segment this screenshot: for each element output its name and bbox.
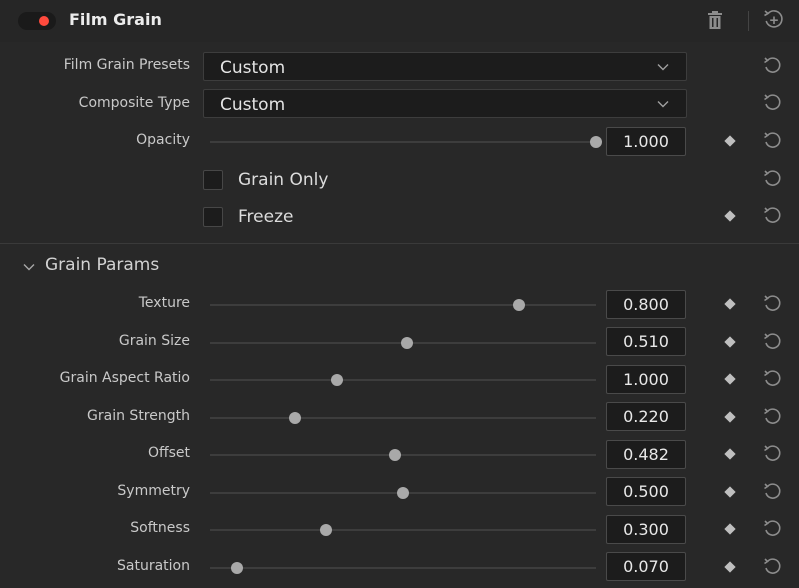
composite-type-dropdown[interactable]: Custom <box>203 89 687 118</box>
freeze-checkbox[interactable] <box>203 207 223 227</box>
keyframe-diamond-icon[interactable] <box>724 373 736 385</box>
opacity-label: Opacity <box>136 132 190 148</box>
keyframe-diamond-icon[interactable] <box>724 448 736 460</box>
param-slider[interactable] <box>210 374 596 386</box>
param-slider[interactable] <box>210 299 596 311</box>
keyframe-diamond-icon[interactable] <box>724 210 736 222</box>
header-divider <box>748 11 749 31</box>
param-label: Offset <box>147 445 190 461</box>
slider-knob[interactable] <box>397 487 409 499</box>
param-slider[interactable] <box>210 337 596 349</box>
trash-icon[interactable] <box>706 10 724 32</box>
reset-icon[interactable] <box>763 444 783 464</box>
param-slider[interactable] <box>210 412 596 424</box>
reset-icon[interactable] <box>763 332 783 352</box>
param-label: Grain Aspect Ratio <box>59 370 190 386</box>
slider-knob[interactable] <box>288 412 301 424</box>
keyframe-diamond-icon[interactable] <box>724 561 736 573</box>
param-label: Softness <box>130 520 190 536</box>
slider-knob[interactable] <box>590 136 602 148</box>
presets-label: Film Grain Presets <box>63 57 190 73</box>
reset-icon[interactable] <box>763 557 783 577</box>
param-slider[interactable] <box>210 487 596 499</box>
slider-knob[interactable] <box>231 562 244 574</box>
section-divider <box>0 243 799 244</box>
presets-value: Custom <box>220 58 286 78</box>
param-value-field[interactable]: 0.510 <box>606 327 686 356</box>
keyframe-diamond-icon[interactable] <box>724 298 736 310</box>
param-label: Grain Strength <box>87 408 190 424</box>
keyframe-diamond-icon[interactable] <box>724 486 736 498</box>
toggle-indicator-dot <box>39 16 49 26</box>
reset-icon[interactable] <box>763 482 783 502</box>
slider-knob[interactable] <box>512 299 525 311</box>
opacity-slider[interactable] <box>210 136 602 148</box>
keyframe-diamond-icon[interactable] <box>724 135 736 147</box>
reset-icon[interactable] <box>763 206 783 226</box>
freeze-label: Freeze <box>238 207 294 227</box>
chevron-down-icon <box>23 264 35 271</box>
chevron-down-icon <box>657 64 669 71</box>
slider-knob[interactable] <box>331 374 344 386</box>
composite-type-value: Custom <box>220 95 286 115</box>
param-value-field[interactable]: 0.800 <box>606 290 686 319</box>
reset-icon[interactable] <box>763 294 783 314</box>
opacity-value-field[interactable]: 1.000 <box>606 127 686 156</box>
param-label: Texture <box>138 295 190 311</box>
param-label: Saturation <box>117 558 190 574</box>
param-value-field[interactable]: 0.482 <box>606 440 686 469</box>
keyframe-diamond-icon[interactable] <box>724 523 736 535</box>
slider-knob[interactable] <box>400 337 413 349</box>
reset-icon[interactable] <box>763 93 783 113</box>
chevron-down-icon <box>657 101 669 108</box>
reset-icon[interactable] <box>763 56 783 76</box>
grain-only-label: Grain Only <box>238 170 329 190</box>
composite-type-label: Composite Type <box>78 95 190 111</box>
param-value-field[interactable]: 0.300 <box>606 515 686 544</box>
keyframe-diamond-icon[interactable] <box>724 411 736 423</box>
reset-icon[interactable] <box>763 169 783 189</box>
param-slider[interactable] <box>210 562 596 574</box>
param-value-field[interactable]: 0.220 <box>606 402 686 431</box>
slider-knob[interactable] <box>389 449 402 461</box>
effect-enable-toggle[interactable] <box>18 12 56 30</box>
grain-only-checkbox[interactable] <box>203 170 223 190</box>
param-value-field[interactable]: 0.070 <box>606 552 686 581</box>
slider-knob[interactable] <box>319 524 332 536</box>
effect-header: Film Grain <box>0 0 799 42</box>
reset-icon[interactable] <box>763 519 783 539</box>
param-value-field[interactable]: 0.500 <box>606 477 686 506</box>
param-slider[interactable] <box>210 449 596 461</box>
reset-icon[interactable] <box>763 131 783 151</box>
keyframe-diamond-icon[interactable] <box>724 336 736 348</box>
param-value-field[interactable]: 1.000 <box>606 365 686 394</box>
param-slider[interactable] <box>210 524 596 536</box>
param-label: Grain Size <box>118 333 190 349</box>
grain-params-title: Grain Params <box>45 255 160 275</box>
reset-icon[interactable] <box>763 407 783 427</box>
presets-dropdown[interactable]: Custom <box>203 52 687 81</box>
add-circle-icon[interactable] <box>763 9 785 31</box>
reset-icon[interactable] <box>763 369 783 389</box>
param-label: Symmetry <box>117 483 190 499</box>
effect-title: Film Grain <box>69 10 162 29</box>
